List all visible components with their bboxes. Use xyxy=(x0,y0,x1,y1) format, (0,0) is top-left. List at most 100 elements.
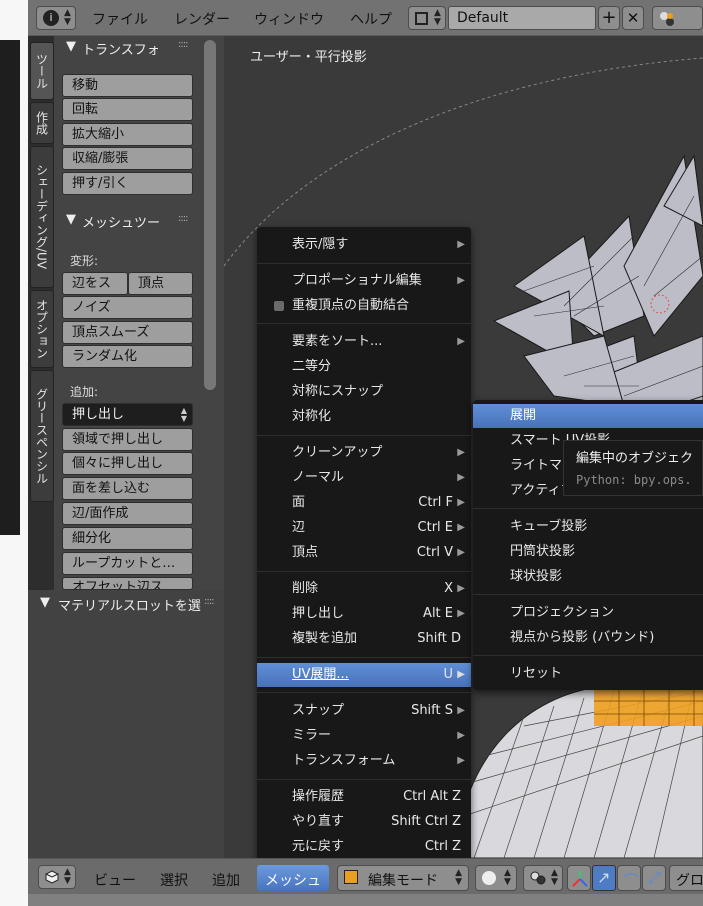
drag-handle-icon[interactable]: :::: xyxy=(178,39,189,50)
extrude-region-button[interactable]: 領域で押し出し xyxy=(62,428,193,451)
material-panel-title[interactable]: マテリアルスロットを選 xyxy=(58,595,201,614)
shelf-scrollbar[interactable] xyxy=(204,40,216,390)
collapse-arrow-icon[interactable]: ▼ xyxy=(40,595,50,610)
timeline-edge xyxy=(28,894,703,906)
rotate-button[interactable]: 回転 xyxy=(62,98,193,121)
close-icon[interactable]: ✕ xyxy=(622,6,644,30)
tab-create[interactable]: 作成 xyxy=(30,102,54,144)
menu-item-label: プロポーショナル編集 xyxy=(292,273,422,288)
uv-item-cylinder-projection[interactable]: 円筒状投影 xyxy=(473,540,703,564)
scale-button[interactable]: 拡大縮小 xyxy=(62,123,193,146)
menu-window[interactable]: ウィンドウ xyxy=(254,9,324,29)
uv-item-reset[interactable]: リセット xyxy=(473,662,703,686)
menu-item-undo-history[interactable]: 操作履歴 Ctrl Alt Z xyxy=(257,785,471,809)
submenu-arrow-icon: ▶ xyxy=(457,239,465,250)
uv-item-project-from-view[interactable]: プロジェクション xyxy=(473,601,703,625)
translate-manipulator-button[interactable]: ↗ xyxy=(592,865,616,891)
collapse-arrow-icon[interactable]: ▼ xyxy=(66,212,76,227)
vertex-slide-button[interactable]: 頂点 xyxy=(128,272,193,295)
menu-render[interactable]: レンダー xyxy=(174,9,230,29)
transform-panel-title[interactable]: トランスフォ xyxy=(82,39,160,58)
tab-grease-pencil[interactable]: グリースペンシル xyxy=(30,370,54,502)
menu-item-sort-elements[interactable]: 要素をソート... ▶ xyxy=(257,330,471,354)
scene-selector-button[interactable] xyxy=(652,6,703,30)
orientation-selector[interactable]: グロ xyxy=(669,865,703,891)
menu-file[interactable]: ファイル xyxy=(92,9,148,29)
pivot-selector[interactable]: ▲ ▼ xyxy=(523,865,563,891)
smooth-vertex-button[interactable]: 頂点スムーズ xyxy=(62,321,193,344)
collapse-arrow-icon[interactable]: ▼ xyxy=(66,39,76,54)
shortcut-label: Ctrl Alt Z xyxy=(403,789,461,804)
tab-options[interactable]: オプション xyxy=(30,290,54,368)
scale-manipulator-button[interactable]: ⤢ xyxy=(642,865,666,891)
menu-item-label: 円筒状投影 xyxy=(510,544,576,559)
noise-button[interactable]: ノイズ xyxy=(62,296,193,319)
mesh-tools-panel-title[interactable]: メッシュツー xyxy=(82,212,160,231)
offset-edge-button[interactable]: オフセット辺ス xyxy=(62,577,193,590)
tab-tools[interactable]: ツール xyxy=(30,42,54,100)
editor-type-button[interactable]: i ▲ ▼ xyxy=(36,6,76,30)
menu-item-vertices[interactable]: 頂点 Ctrl V ▶ xyxy=(257,541,471,565)
tooltip-python: Python: bpy.ops. xyxy=(576,473,692,487)
layout-name-field[interactable]: Default xyxy=(448,6,596,30)
shrink-fatten-button[interactable]: 収縮/膨張 xyxy=(62,147,193,170)
menu-select[interactable]: 選択 xyxy=(160,870,188,890)
menu-item-snap-symmetry[interactable]: 対称にスナップ xyxy=(257,380,471,404)
push-pull-button[interactable]: 押す/引く xyxy=(62,172,193,195)
uv-item-project-from-view-bounds[interactable]: 視点から投影 (バウンド) xyxy=(473,626,703,650)
menu-item-delete[interactable]: 削除 X ▶ xyxy=(257,577,471,601)
checkbox-icon[interactable] xyxy=(274,301,284,311)
tab-shading-uv[interactable]: シェーディング/UV xyxy=(30,146,54,288)
layout-selector-button[interactable]: ▲ ▼ xyxy=(408,6,446,30)
uv-item-cube-projection[interactable]: キューブ投影 xyxy=(473,515,703,539)
loopcut-button[interactable]: ループカットと… xyxy=(62,552,193,575)
menu-add[interactable]: 追加 xyxy=(212,870,240,890)
randomize-button[interactable]: ランダム化 xyxy=(62,345,193,368)
submenu-arrow-icon: ▶ xyxy=(457,730,465,741)
inset-faces-button[interactable]: 面を差し込む xyxy=(62,477,193,500)
submenu-arrow-icon: ▶ xyxy=(457,669,465,680)
menu-item-transform[interactable]: トランスフォーム ▶ xyxy=(257,749,471,773)
shading-selector[interactable]: ▲ ▼ xyxy=(475,865,517,891)
menu-item-bisect[interactable]: 二等分 xyxy=(257,355,471,379)
menu-item-automerge[interactable]: 重複頂点の自動結合 xyxy=(257,294,471,318)
menu-view[interactable]: ビュー xyxy=(94,870,136,890)
menu-item-normals[interactable]: ノーマル ▶ xyxy=(257,466,471,490)
menu-item-uv-unwrap[interactable]: UV展開... U ▶ xyxy=(257,663,471,687)
menu-item-show-hide[interactable]: 表示/隠す ▶ xyxy=(257,233,471,257)
menu-item-cleanup[interactable]: クリーンアップ ▶ xyxy=(257,441,471,465)
menu-item-faces[interactable]: 面 Ctrl F ▶ xyxy=(257,491,471,515)
editor-type-button[interactable]: ▲ ▼ xyxy=(38,865,76,889)
menu-item-symmetrize[interactable]: 対称化 xyxy=(257,405,471,429)
extrude-individual-button[interactable]: 個々に押し出し xyxy=(62,452,193,475)
mode-selector[interactable]: 編集モード ▲ ▼ xyxy=(337,865,469,891)
drag-handle-icon[interactable]: :::: xyxy=(178,213,189,224)
menu-item-edges[interactable]: 辺 Ctrl E ▶ xyxy=(257,516,471,540)
menu-item-label: 球状投影 xyxy=(510,569,563,584)
menu-mesh[interactable]: メッシュ xyxy=(257,865,329,891)
shortcut-label: Ctrl Z xyxy=(424,839,461,854)
menu-help[interactable]: ヘルプ xyxy=(350,9,392,29)
uv-item-unwrap[interactable]: 展開 xyxy=(473,404,703,428)
make-edge-face-button[interactable]: 辺/面作成 xyxy=(62,502,193,525)
drag-handle-icon[interactable]: :::: xyxy=(204,596,215,607)
edit-mode-icon xyxy=(344,870,358,884)
menu-item-undo[interactable]: 元に戻す Ctrl Z xyxy=(257,835,471,859)
translate-button[interactable]: 移動 xyxy=(62,74,193,97)
menu-item-snap[interactable]: スナップ Shift S ▶ xyxy=(257,699,471,723)
menu-item-mirror[interactable]: ミラー ▶ xyxy=(257,724,471,748)
add-icon[interactable]: + xyxy=(598,6,620,30)
menu-divider xyxy=(257,657,471,658)
rotate-manipulator-button[interactable]: ⌒ xyxy=(617,865,641,891)
uv-item-sphere-projection[interactable]: 球状投影 xyxy=(473,565,703,589)
menu-item-proportional-edit[interactable]: プロポーショナル編集 ▶ xyxy=(257,269,471,293)
menu-item-extrude[interactable]: 押し出し Alt E ▶ xyxy=(257,602,471,626)
shortcut-label: Alt E xyxy=(423,606,453,621)
extrude-select[interactable]: 押し出し ▲ ▼ xyxy=(62,403,193,426)
edge-slide-button[interactable]: 辺をス xyxy=(62,272,128,295)
subdivide-button[interactable]: 細分化 xyxy=(62,527,193,550)
menu-item-redo[interactable]: やり直す Shift Ctrl Z xyxy=(257,810,471,834)
menu-item-duplicate[interactable]: 複製を追加 Shift D xyxy=(257,627,471,651)
manipulator-toggle[interactable] xyxy=(567,865,591,891)
add-label: 追加: xyxy=(70,385,99,399)
